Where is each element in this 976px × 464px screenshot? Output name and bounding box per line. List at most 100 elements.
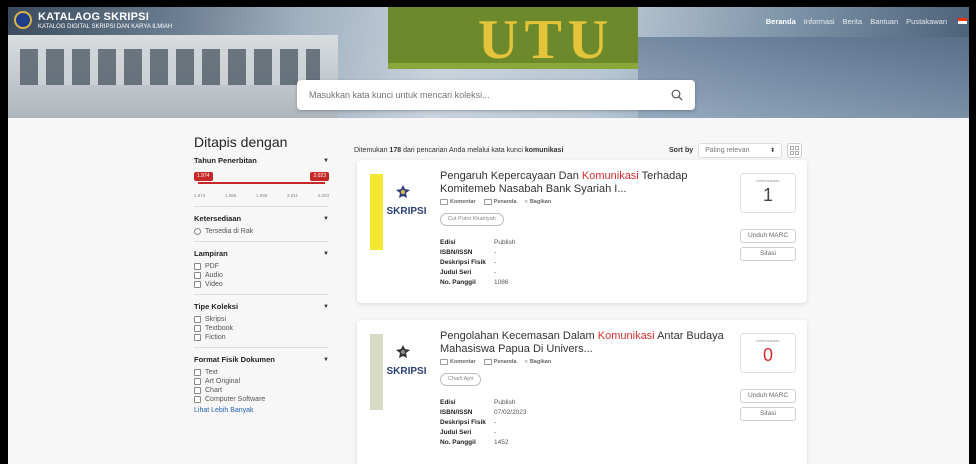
availability-count: 0 (762, 345, 773, 365)
sort-select[interactable]: Paling relevan ⬍ (698, 143, 783, 158)
share-button[interactable]: < Bagikan (525, 359, 552, 365)
divider (194, 347, 329, 348)
nav-help[interactable]: Bantuan (870, 17, 898, 26)
checkbox[interactable] (194, 325, 201, 332)
checkbox[interactable] (194, 334, 201, 341)
share-label: Bagikan (529, 199, 552, 205)
university-emblem-icon (396, 185, 410, 198)
filter-attachment-label: Lampiran (194, 249, 228, 258)
metadata-table: Edisi Publish ISBN/ISSN 07/02/2023 Deskrip… (440, 398, 527, 448)
checkbox[interactable] (194, 369, 201, 376)
brand[interactable]: KATALAOG SKRIPSI KATALOG DIGITAL SKRIPSI… (14, 11, 172, 30)
filter-format-header[interactable]: Format Fisik Dokumen ▼ (194, 355, 329, 364)
checkbox[interactable] (194, 316, 201, 323)
filter-format-label: Format Fisik Dokumen (194, 355, 275, 364)
download-marc-button[interactable]: Unduh MARC (740, 229, 796, 243)
attachment-option-video[interactable]: Video (194, 281, 329, 288)
cover-label: SKRIPSI (386, 206, 427, 217)
language-flag-icon[interactable] (958, 18, 967, 24)
collection-option-skripsi[interactable]: Skripsi (194, 316, 329, 323)
nav-librarian[interactable]: Pustakawan (906, 17, 947, 26)
metadata-row: Judul Seri - (440, 428, 527, 438)
search-icon[interactable] (671, 89, 683, 101)
option-label: Fiction (205, 334, 226, 341)
metadata-value: - (494, 259, 497, 266)
format-option-text[interactable]: Text (194, 369, 329, 376)
metadata-value: Publish (494, 239, 516, 246)
result-title[interactable]: Pengaruh Kepercayaan Dan Komunikasi Terh… (440, 170, 730, 196)
see-more-link[interactable]: Lihat Lebih Banyak (194, 407, 329, 414)
chevron-down-icon: ▼ (323, 157, 329, 164)
availability-option[interactable]: Tersedia di Rak (194, 228, 329, 235)
card-actions: Komentar Penanda < Bagikan (440, 359, 551, 365)
slider-tick: 1.974 (194, 193, 206, 198)
page: UTU KATALAOG SKRIPSI KATALOG DIGITAL SKR… (8, 7, 969, 464)
share-button[interactable]: < Bagikan (525, 199, 552, 205)
attachment-option-pdf[interactable]: PDF (194, 263, 329, 270)
sort-value: Paling relevan (705, 147, 750, 154)
slider-max-handle[interactable]: 2.023 (310, 172, 329, 181)
format-option-chart[interactable]: Chart (194, 387, 329, 394)
filter-year-header[interactable]: Tahun Penerbitan ▼ (194, 156, 329, 165)
comment-button[interactable]: Komentar (440, 199, 476, 205)
checkbox[interactable] (194, 387, 201, 394)
metadata-key: Edisi (440, 239, 456, 246)
metadata-key: No. Panggil (440, 439, 476, 446)
book-cover[interactable]: SKRIPSI (370, 334, 430, 410)
results-summary: Ditemukan 178 dari pencarian Anda melalu… (354, 147, 563, 154)
comment-icon (440, 359, 448, 365)
main-nav: Beranda Informasi Berita Bantuan Pustaka… (766, 17, 947, 26)
cite-button[interactable]: Sitasi (740, 407, 796, 421)
year-range-slider[interactable]: 1.974 2.023 (194, 170, 329, 190)
nav-home[interactable]: Beranda (766, 17, 796, 26)
metadata-row: Deskripsi Fisik - (440, 258, 515, 268)
slider-tick: 2.011 (287, 193, 298, 198)
checkbox[interactable] (194, 272, 201, 279)
nav-information[interactable]: Informasi (804, 17, 835, 26)
checkbox[interactable] (194, 378, 201, 385)
option-label: Art Original (205, 378, 241, 385)
university-logo (14, 11, 32, 29)
format-option-software[interactable]: Computer Software (194, 396, 329, 403)
author-tag[interactable]: Cut Putro Khairiyah (440, 213, 504, 226)
download-marc-button[interactable]: Unduh MARC (740, 389, 796, 403)
collection-option-fiction[interactable]: Fiction (194, 334, 329, 341)
slider-track (198, 182, 325, 184)
bookmark-button[interactable]: Penanda (483, 359, 517, 365)
result-title[interactable]: Pengolahan Kecemasan Dalam Komunikasi An… (440, 330, 730, 356)
comment-button[interactable]: Komentar (440, 359, 476, 365)
select-arrows-icon: ⬍ (770, 148, 776, 154)
cite-button[interactable]: Sitasi (740, 247, 796, 261)
filter-availability-header[interactable]: Ketersediaan ▼ (194, 214, 329, 223)
bookmark-button[interactable]: Penanda (483, 199, 517, 205)
metadata-value: 1452 (494, 439, 509, 446)
checkbox[interactable] (194, 396, 201, 403)
bookmark-icon (483, 199, 492, 205)
metadata-row: Edisi Publish (440, 398, 527, 408)
result-card[interactable]: SKRIPSI Pengaruh Kepercayaan Dan Komunik… (357, 160, 807, 303)
filter-attachment-header[interactable]: Lampiran ▼ (194, 249, 329, 258)
brand-subtitle: KATALOG DIGITAL SKRIPSI DAN KARYA ILMIAH (38, 24, 173, 30)
filter-collection-type-header[interactable]: Tipe Koleksi ▼ (194, 302, 329, 311)
availability-box: Ketersediaan 0 (740, 333, 796, 373)
search-bar (297, 80, 695, 110)
result-card[interactable]: SKRIPSI Pengolahan Kecemasan Dalam Komun… (357, 320, 807, 464)
bookmark-label: Penanda (493, 359, 517, 365)
author-tag[interactable]: Charli Apri (440, 373, 482, 386)
search-input[interactable] (309, 90, 671, 100)
format-option-art-original[interactable]: Art Original (194, 378, 329, 385)
radio-button[interactable] (194, 228, 201, 235)
metadata-row: ISBN/ISSN - (440, 248, 515, 258)
slider-min-handle[interactable]: 1.974 (194, 172, 213, 181)
checkbox[interactable] (194, 281, 201, 288)
nav-news[interactable]: Berita (843, 17, 863, 26)
attachment-option-audio[interactable]: Audio (194, 272, 329, 279)
metadata-value: - (494, 249, 497, 256)
grid-view-icon[interactable] (787, 143, 803, 158)
collection-option-textbook[interactable]: Textbook (194, 325, 329, 332)
checkbox[interactable] (194, 263, 201, 270)
book-cover[interactable]: SKRIPSI (370, 174, 430, 250)
metadata-row: ISBN/ISSN 07/02/2023 (440, 408, 527, 418)
university-emblem-icon (396, 345, 410, 358)
comment-icon (440, 199, 448, 205)
